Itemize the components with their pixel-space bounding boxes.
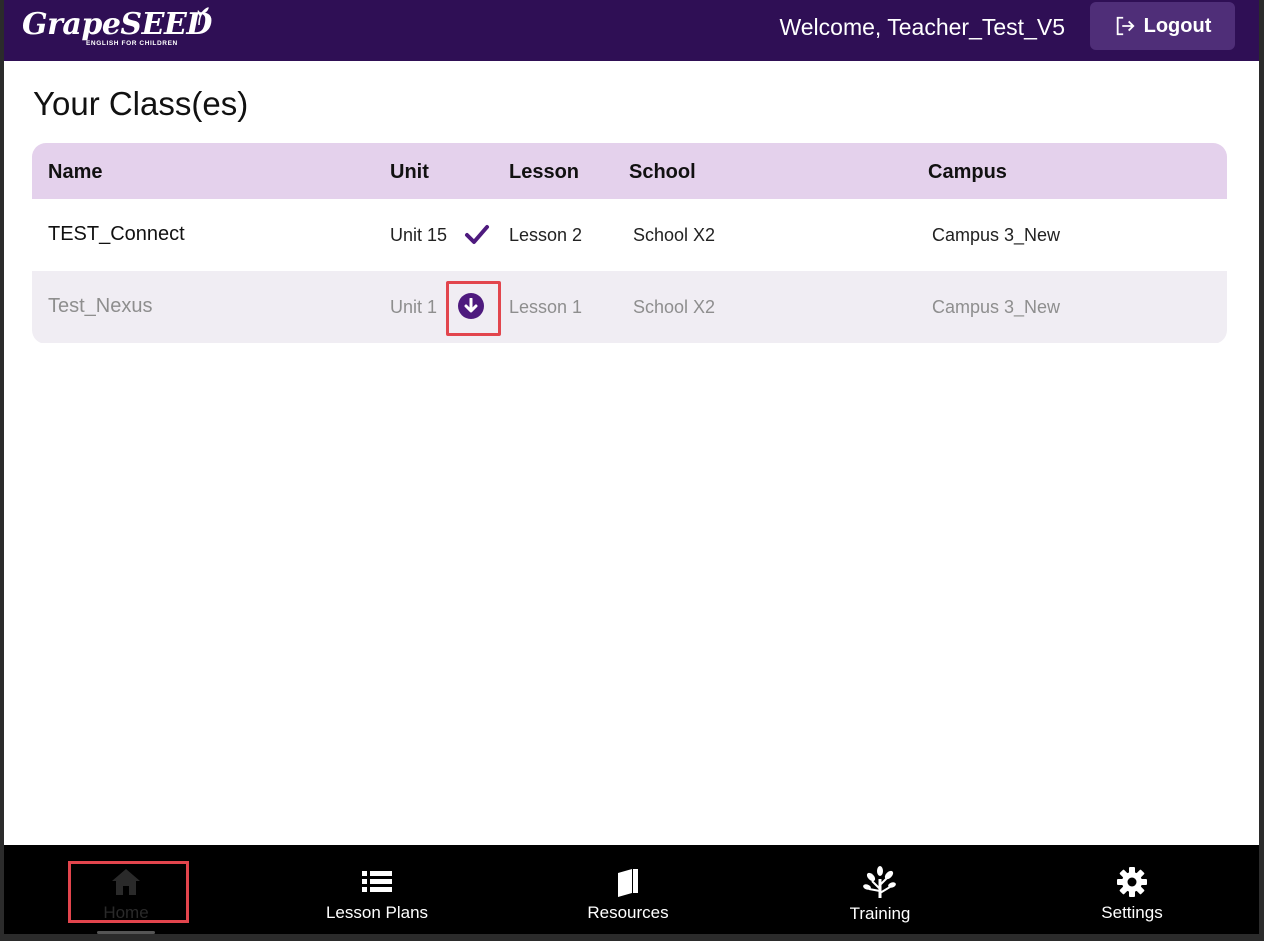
- home-highlight-box: [68, 861, 189, 923]
- column-header-lesson: Lesson: [509, 161, 580, 183]
- table-row[interactable]: Test_Nexus Unit 1 Lesson 1 School X2 Cam…: [32, 271, 1227, 343]
- download-highlight-box: [446, 281, 501, 336]
- nav-lesson-plans[interactable]: Lesson Plans: [277, 845, 477, 934]
- gear-icon: [1117, 867, 1147, 897]
- nav-settings[interactable]: Settings: [1032, 845, 1232, 934]
- logo-wordmark: GrapeSEED: [22, 7, 212, 42]
- check-icon: [465, 225, 489, 244]
- nav-label: Training: [849, 904, 911, 923]
- logout-button[interactable]: Logout: [1090, 2, 1235, 50]
- list-icon: [362, 871, 392, 892]
- book-icon: [618, 869, 638, 897]
- tree-icon: [863, 866, 896, 898]
- classes-table: Name Unit Lesson School Campus TEST_Conn…: [32, 143, 1227, 344]
- column-header-name: Name: [48, 161, 103, 183]
- welcome-message: Welcome, Teacher_Test_V5: [779, 14, 1065, 40]
- app-frame: GrapeSEED ENGLISH FOR CHILDREN Welcome, …: [4, 0, 1259, 934]
- class-name: TEST_Connect: [48, 223, 185, 245]
- class-school: School X2: [633, 225, 716, 245]
- nav-label: Resources: [587, 903, 669, 922]
- class-campus: Campus 3_New: [932, 297, 1061, 317]
- table-row[interactable]: TEST_Connect Unit 15 Lesson 2 School X2 …: [32, 199, 1227, 271]
- class-name: Test_Nexus: [48, 295, 153, 317]
- logout-label: Logout: [1143, 14, 1212, 37]
- nav-label: Settings: [1101, 903, 1163, 922]
- nav-training[interactable]: Training: [780, 845, 980, 934]
- column-header-unit: Unit: [390, 161, 429, 183]
- column-header-school: School: [629, 161, 696, 183]
- class-unit: Unit 15: [390, 225, 448, 245]
- page-title: Your Class(es): [33, 85, 249, 122]
- class-campus: Campus 3_New: [932, 225, 1061, 245]
- leaf-icon: [197, 7, 209, 26]
- bottom-nav: Home Lesson Plans Resources Training Set…: [4, 845, 1259, 934]
- logout-icon: [1116, 16, 1135, 36]
- class-unit: Unit 1: [390, 297, 438, 317]
- column-header-campus: Campus: [928, 161, 1007, 183]
- active-tab-indicator: [97, 931, 155, 934]
- class-lesson: Lesson 2: [509, 225, 583, 245]
- nav-label: Lesson Plans: [325, 903, 429, 922]
- top-header: GrapeSEED ENGLISH FOR CHILDREN Welcome, …: [4, 0, 1259, 61]
- class-lesson: Lesson 1: [509, 297, 583, 317]
- nav-resources[interactable]: Resources: [528, 845, 728, 934]
- table-header: Name Unit Lesson School Campus: [32, 143, 1227, 199]
- grapeseed-logo: GrapeSEED ENGLISH FOR CHILDREN: [22, 6, 212, 52]
- logo-tagline: ENGLISH FOR CHILDREN: [86, 40, 178, 47]
- class-school: School X2: [633, 297, 716, 317]
